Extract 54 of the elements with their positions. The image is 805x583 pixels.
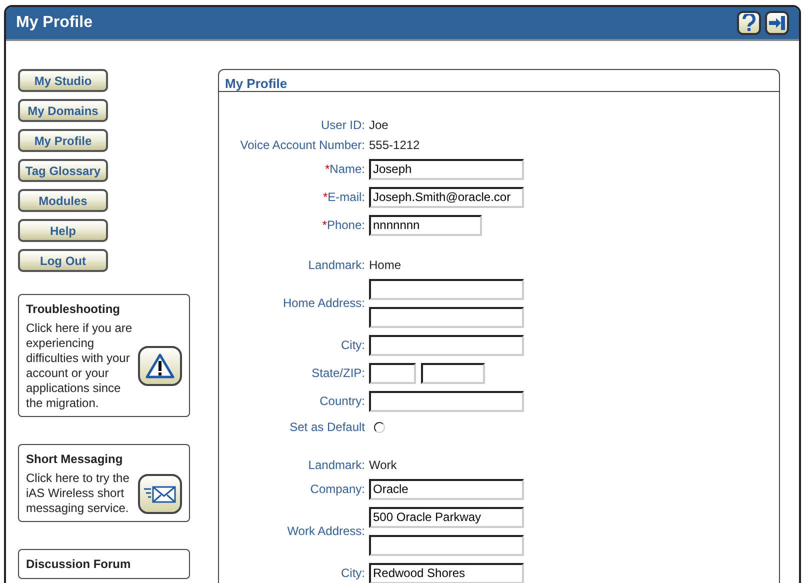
panel-title: My Profile	[219, 70, 779, 92]
input-field[interactable]	[369, 334, 524, 356]
field-value: 555-1212	[369, 137, 420, 154]
nav-button[interactable]: My Profile	[18, 129, 108, 152]
input-field[interactable]	[369, 362, 416, 384]
input-field[interactable]: Joseph.Smith@oracle.cor	[369, 186, 524, 208]
card-title: Short Messaging	[26, 451, 124, 468]
exit-icon[interactable]	[765, 11, 789, 35]
input-field[interactable]	[369, 278, 524, 300]
input-field[interactable]: Redwood Shores	[369, 562, 524, 583]
info-card[interactable]: Troubleshooting Click here if you are experiencing difficulties with your account or your applications since the migration.	[18, 294, 190, 417]
nav-button[interactable]: Tag Glossary	[18, 159, 108, 182]
card-title: Troubleshooting	[26, 301, 121, 318]
field-label: Country:	[320, 394, 365, 408]
field-label: Company:	[310, 482, 365, 496]
warning-icon[interactable]	[138, 346, 182, 386]
card-text: Click here if you are experiencing difficulties with your account or your applications since the migration.	[26, 321, 134, 411]
field-label: Home Address:	[282, 296, 365, 310]
card-title: Discussion Forum	[26, 556, 132, 573]
window-title: My Profile	[16, 13, 92, 33]
info-card[interactable]: Discussion Forum	[18, 549, 190, 579]
input-field[interactable]: 500 Oracle Parkway	[369, 506, 524, 528]
field-label: *Name:	[324, 162, 365, 176]
field-label: Work Address:	[287, 524, 365, 538]
field-label: State/ZIP:	[312, 366, 365, 380]
nav-button[interactable]: My Studio	[18, 69, 108, 92]
input-field[interactable]	[369, 306, 524, 328]
field-label: *E-mail:	[322, 190, 365, 204]
field-value: Work	[369, 457, 397, 474]
field-label: *Phone:	[322, 218, 365, 232]
field-label: User ID:	[320, 118, 365, 132]
nav-button[interactable]: Help	[18, 219, 108, 242]
field-label: City:	[341, 566, 365, 580]
nav-button[interactable]: Log Out	[18, 249, 108, 272]
input-field[interactable]: Oracle	[369, 478, 524, 500]
field-label: Landmark:	[308, 258, 365, 272]
card-text: Click here to try the iAS Wireless short messaging service.	[26, 471, 130, 516]
input-field[interactable]	[369, 390, 524, 412]
radio-button[interactable]	[374, 422, 385, 432]
input-field[interactable]: Joseph	[369, 158, 524, 180]
nav-button[interactable]: My Domains	[18, 99, 108, 122]
field-value: Home	[369, 257, 402, 274]
help-icon[interactable]	[737, 11, 761, 35]
input-field[interactable]: nnnnnnn	[369, 214, 482, 236]
field-label: Set as Default	[290, 420, 365, 434]
field-label: Voice Account Number:	[240, 138, 365, 152]
info-card[interactable]: Short Messaging Click here to try the iAS Wireless short messaging service.	[18, 444, 190, 522]
input-field[interactable]	[369, 534, 524, 556]
mail-icon[interactable]	[138, 474, 182, 514]
field-value: Joe	[369, 117, 388, 134]
input-field[interactable]	[421, 362, 485, 384]
field-label: Landmark:	[308, 458, 365, 472]
nav-button[interactable]: Modules	[18, 189, 108, 212]
field-label: City:	[341, 338, 365, 352]
